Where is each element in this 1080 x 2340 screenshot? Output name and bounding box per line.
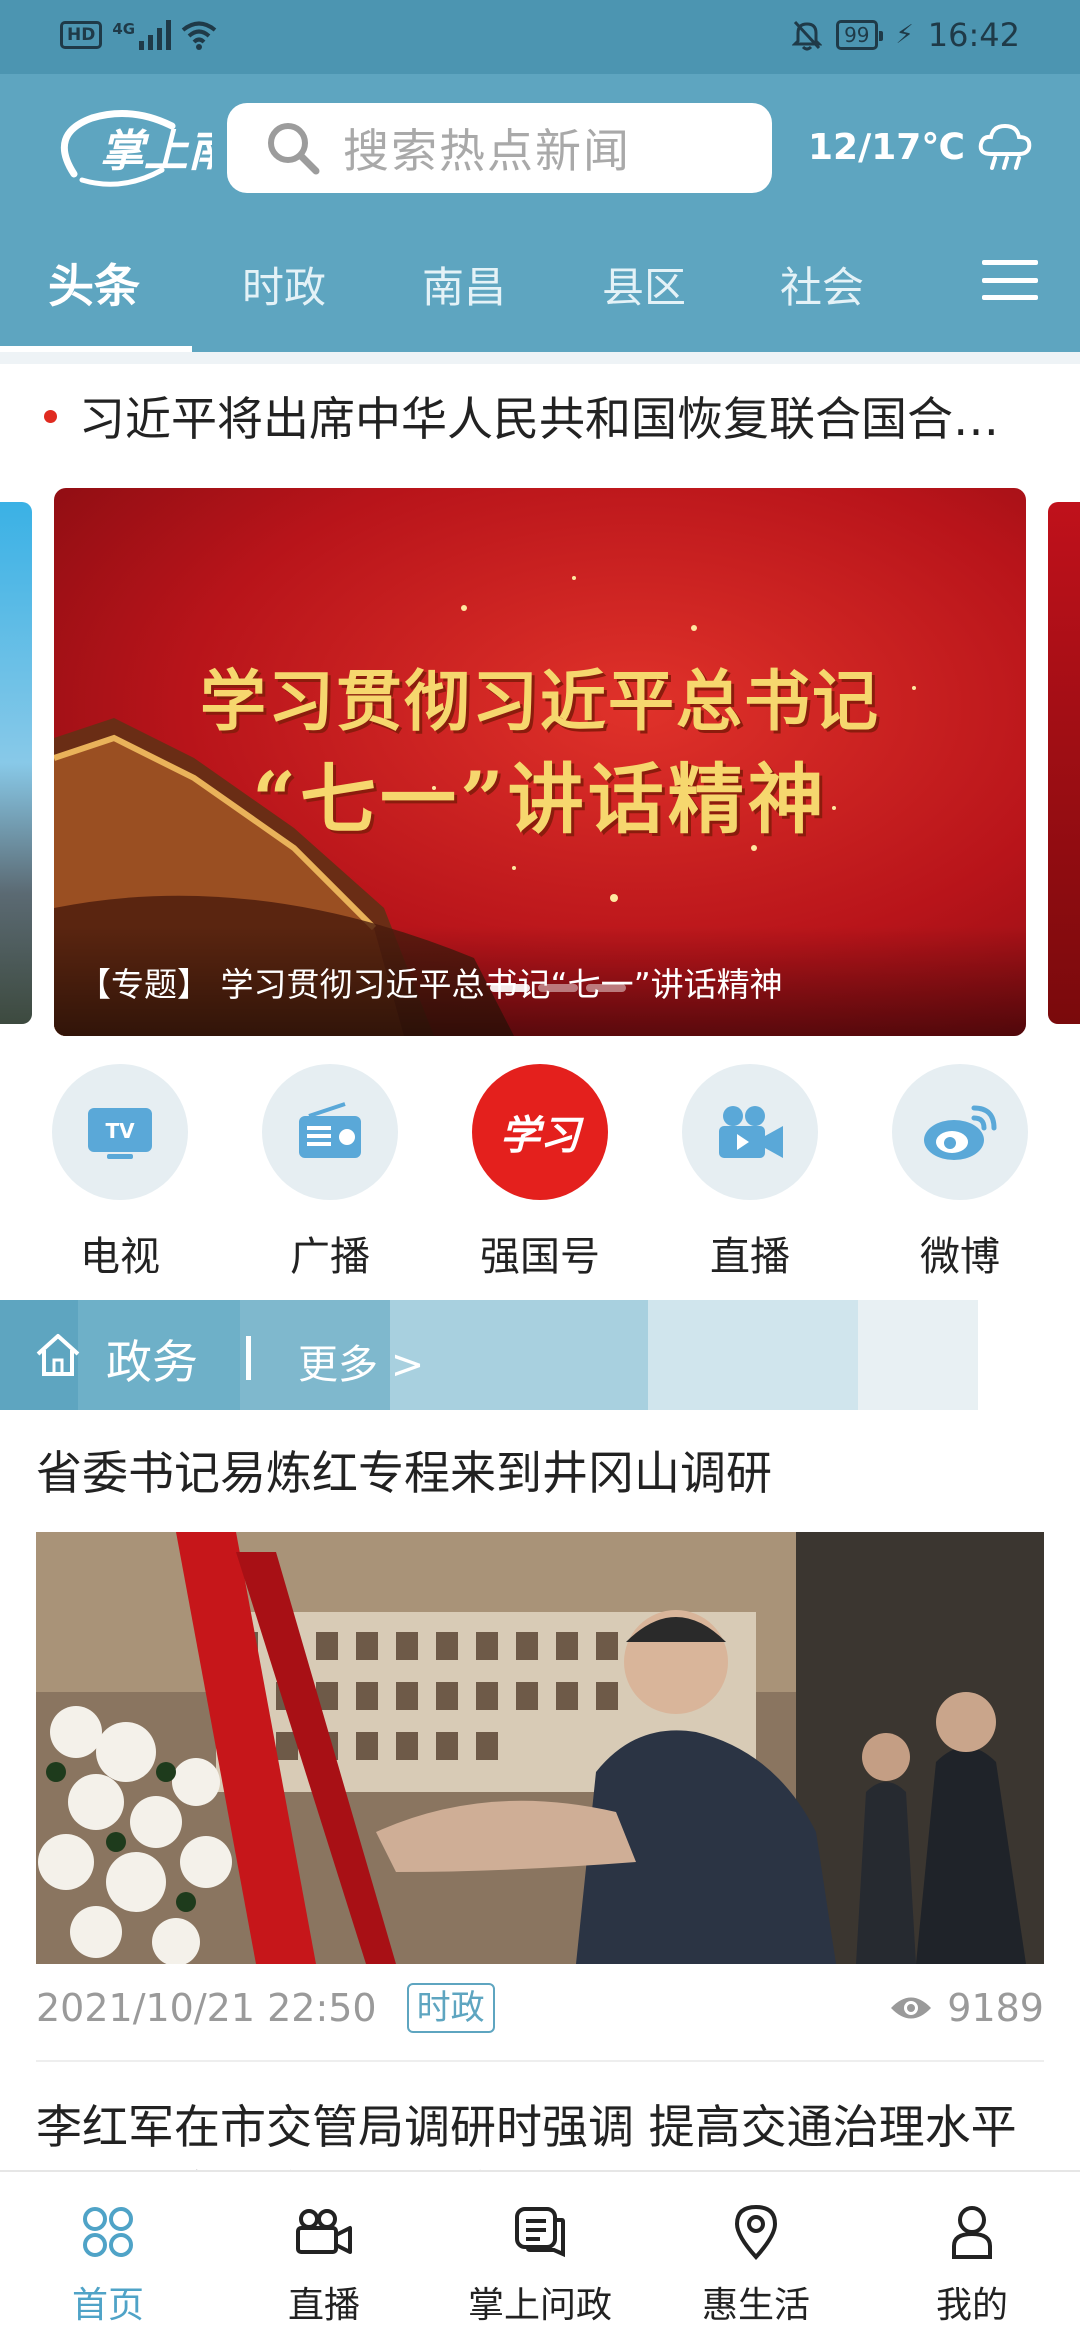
bullet-dot-icon bbox=[44, 409, 57, 423]
location-pin-icon bbox=[734, 2204, 778, 2260]
tab-politics[interactable]: 时政 bbox=[242, 254, 326, 315]
section-header-government: 政务 更多 > bbox=[0, 1300, 978, 1410]
tabs-divider bbox=[0, 352, 1080, 364]
section-more-link[interactable]: 更多 > bbox=[298, 1332, 424, 1390]
signal-icon bbox=[139, 20, 172, 50]
bottom-navigation: 首页 直播 掌上问政 惠生活 我的 bbox=[0, 2170, 1080, 2340]
headline-ticker[interactable]: 习近平将出席中华人民共和国恢复联合国合… bbox=[44, 386, 1034, 446]
tab-counties[interactable]: 县区 bbox=[602, 254, 686, 315]
quick-channels: TV 电视 广播 学习 强国号 直播 微博 bbox=[0, 1064, 1080, 1280]
article-thumbnail[interactable] bbox=[36, 1532, 1044, 1964]
weibo-icon bbox=[892, 1064, 1028, 1200]
tv-icon: TV bbox=[52, 1064, 188, 1200]
banner-next-peek[interactable] bbox=[1048, 502, 1080, 1024]
article-date: 2021/10/21 22:50 bbox=[36, 1986, 377, 2030]
channel-label: 直播 bbox=[710, 1234, 790, 1280]
banner-prev-peek[interactable] bbox=[0, 502, 32, 1024]
menu-icon[interactable] bbox=[982, 260, 1038, 300]
status-left: HD 4G bbox=[60, 20, 217, 50]
charging-icon: ⚡ bbox=[895, 20, 914, 50]
nav-label: 掌上问政 bbox=[467, 2285, 612, 2326]
article-tag[interactable]: 时政 bbox=[406, 1983, 495, 2033]
channel-radio[interactable]: 广播 bbox=[260, 1064, 400, 1282]
svg-text:TV: TV bbox=[105, 1119, 135, 1143]
battery-icon: 99 bbox=[836, 20, 884, 50]
article-views: 9189 bbox=[889, 1986, 1044, 2030]
section-divider bbox=[246, 1336, 251, 1380]
search-placeholder: 搜索热点新闻 bbox=[343, 124, 631, 178]
nav-label: 直播 bbox=[287, 2285, 360, 2326]
banner-caption: 【专题】 学习贯彻习近平总书记“七一”讲话精神 bbox=[78, 965, 783, 1004]
nav-home[interactable]: 首页 bbox=[18, 2202, 198, 2328]
banner-caption-bar: 【专题】 学习贯彻习近平总书记“七一”讲话精神 bbox=[54, 926, 1026, 1036]
banner-headline-line2: “七一”讲话精神 bbox=[252, 755, 828, 844]
channel-xuexi[interactable]: 学习 强国号 bbox=[470, 1064, 610, 1282]
article-meta: 2021/10/21 22:50 时政 9189 bbox=[36, 1980, 1044, 2036]
article-divider bbox=[36, 2060, 1044, 2062]
channel-label: 微博 bbox=[920, 1234, 1000, 1280]
rain-cloud-icon bbox=[978, 123, 1032, 170]
app-header: 掌上南昌 搜索热点新闻 12/17℃ bbox=[0, 74, 1080, 224]
feature-banner[interactable]: 学习贯彻习近平总书记 “七一”讲话精神 【专题】 学习贯彻习近平总书记“七一”讲… bbox=[54, 488, 1026, 1036]
status-bar: HD 4G 99 ⚡ 16:42 bbox=[0, 0, 1080, 74]
logo-text: 掌上南昌 bbox=[100, 126, 212, 177]
nav-life[interactable]: 惠生活 bbox=[666, 2202, 846, 2328]
nav-profile[interactable]: 我的 bbox=[882, 2202, 1062, 2328]
weather-widget[interactable]: 12/17℃ bbox=[808, 122, 1033, 172]
banner-headline-line1: 学习贯彻习近平总书记 bbox=[200, 662, 880, 740]
xuexi-icon: 学习 bbox=[472, 1064, 608, 1200]
article-photo bbox=[36, 1532, 1044, 1964]
xuexi-badge-text: 学习 bbox=[500, 1112, 580, 1159]
channel-weibo[interactable]: 微博 bbox=[890, 1064, 1030, 1282]
search-icon bbox=[268, 123, 320, 175]
views-count: 9189 bbox=[947, 1986, 1044, 2030]
search-input[interactable]: 搜索热点新闻 bbox=[227, 103, 772, 193]
nav-label: 惠生活 bbox=[701, 2285, 810, 2326]
channel-live[interactable]: 直播 bbox=[680, 1064, 820, 1282]
status-right: 99 ⚡ 16:42 bbox=[792, 16, 1020, 54]
home-icon bbox=[36, 1334, 80, 1376]
radio-icon bbox=[262, 1064, 398, 1200]
channel-tv[interactable]: TV 电视 bbox=[50, 1064, 190, 1282]
home-grid-icon bbox=[83, 2207, 133, 2257]
channel-tabs: 头条 时政 南昌 县区 社会 bbox=[0, 224, 1080, 352]
hd-icon: HD bbox=[60, 21, 103, 49]
nav-label: 首页 bbox=[71, 2285, 144, 2326]
chat-icon bbox=[515, 2207, 565, 2258]
tab-nanchang[interactable]: 南昌 bbox=[422, 254, 506, 315]
network-type: 4G bbox=[112, 20, 136, 38]
ticker-text: 习近平将出席中华人民共和国恢复联合国合… bbox=[79, 392, 999, 446]
app-logo[interactable]: 掌上南昌 bbox=[52, 104, 212, 192]
tab-headlines[interactable]: 头条 bbox=[48, 250, 140, 316]
tab-society[interactable]: 社会 bbox=[780, 254, 864, 315]
channel-label: 广播 bbox=[290, 1234, 370, 1280]
camera-icon bbox=[296, 2209, 352, 2254]
user-icon bbox=[952, 2206, 992, 2259]
weather-temp: 12/17℃ bbox=[808, 126, 965, 168]
article-title[interactable]: 省委书记易炼红专程来到井冈山调研 bbox=[36, 1440, 1046, 1506]
mute-bell-icon bbox=[792, 20, 823, 51]
video-camera-icon bbox=[682, 1064, 818, 1200]
nav-live[interactable]: 直播 bbox=[234, 2202, 414, 2328]
section-title: 政务 bbox=[106, 1335, 198, 1389]
eye-icon bbox=[891, 1997, 932, 2019]
carousel-indicator bbox=[490, 984, 626, 992]
wifi-icon bbox=[181, 21, 217, 50]
channel-label: 电视 bbox=[80, 1234, 160, 1280]
nav-inquiry[interactable]: 掌上问政 bbox=[450, 2202, 630, 2328]
nav-label: 我的 bbox=[935, 2285, 1008, 2326]
channel-label: 强国号 bbox=[480, 1234, 600, 1280]
clock: 16:42 bbox=[927, 16, 1020, 54]
